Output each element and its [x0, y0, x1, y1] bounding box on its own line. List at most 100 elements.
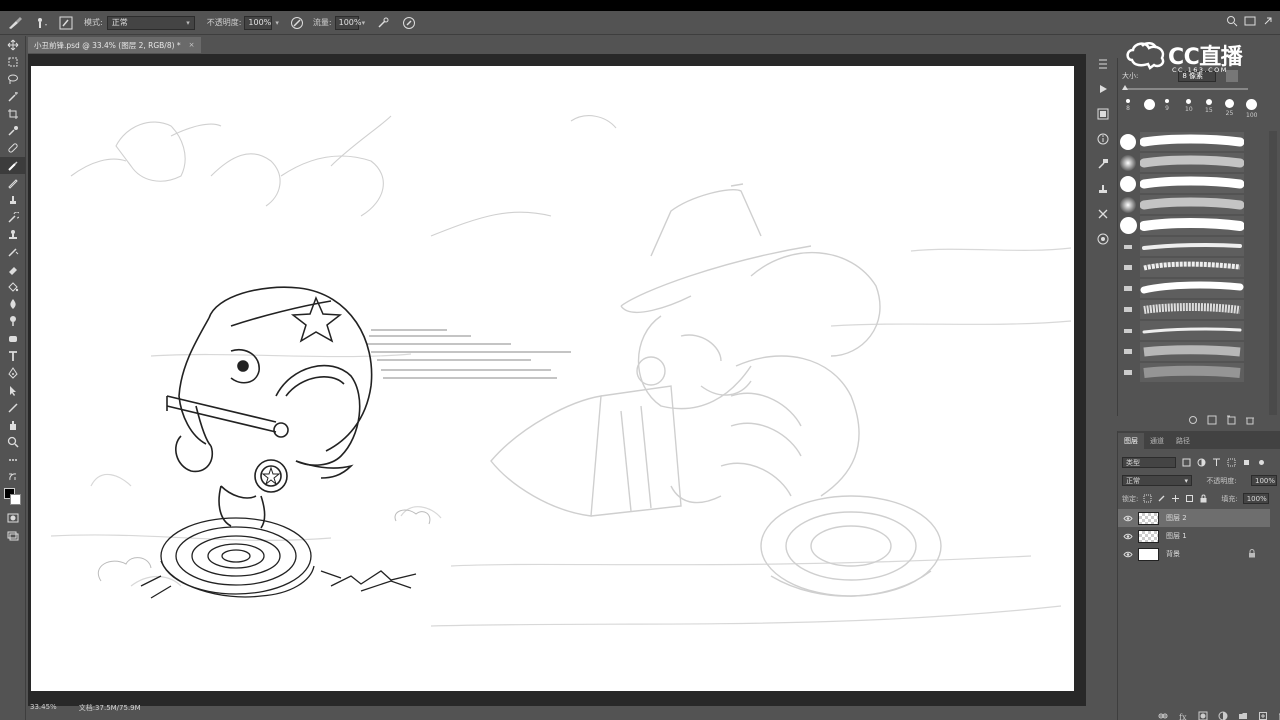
preset-tip[interactable]: 25 — [1225, 99, 1234, 117]
canvas-area[interactable] — [28, 54, 1086, 706]
preset-tip[interactable]: 0 — [1144, 99, 1155, 119]
delete-brush-icon[interactable] — [1245, 415, 1255, 425]
filter-type-icon[interactable] — [1212, 458, 1221, 467]
brush-preset-item[interactable] — [1118, 362, 1268, 383]
layer-row[interactable]: 图层 2 — [1118, 509, 1270, 527]
new-layer-icon[interactable] — [1258, 711, 1268, 720]
path-selection-tool-icon[interactable] — [0, 382, 26, 399]
close-tab-icon[interactable]: × — [189, 41, 195, 49]
filter-toggle-icon[interactable] — [1257, 458, 1266, 467]
screen-mode-icon[interactable] — [0, 527, 26, 544]
layer-row[interactable]: 背景 — [1118, 545, 1270, 563]
clone-source-icon[interactable] — [1092, 178, 1114, 200]
pressure-opacity-icon[interactable] — [289, 15, 305, 31]
visibility-eye-icon[interactable] — [1118, 551, 1138, 558]
preset-tip[interactable]: 100 — [1246, 99, 1257, 119]
search-icon[interactable] — [1226, 15, 1238, 27]
brush-preset-item[interactable] — [1118, 152, 1268, 173]
zoom-tool-icon[interactable] — [0, 434, 26, 451]
brush-preset-item[interactable] — [1118, 173, 1268, 194]
lock-artboard-icon[interactable] — [1185, 494, 1194, 503]
hand-tool-icon[interactable] — [0, 417, 26, 434]
background-color-swatch[interactable] — [10, 493, 21, 505]
opacity-input[interactable]: 100% — [244, 15, 273, 30]
history-panel-icon[interactable] — [1092, 53, 1114, 75]
line-tool-icon[interactable] — [0, 399, 26, 416]
brush-preset-item[interactable] — [1118, 257, 1268, 278]
drawing-canvas[interactable] — [31, 66, 1074, 691]
color-swatches[interactable] — [0, 486, 26, 510]
share-icon[interactable] — [1262, 15, 1274, 27]
lock-image-icon[interactable] — [1157, 494, 1166, 503]
preset-tip[interactable]: 15 — [1205, 99, 1213, 114]
adjustments-panel-icon[interactable] — [1092, 103, 1114, 125]
layer-row[interactable]: 图层 1 — [1118, 527, 1270, 545]
flow-input[interactable]: 100% — [334, 15, 362, 30]
filter-adjustment-icon[interactable] — [1197, 458, 1206, 467]
move-tool-icon[interactable] — [0, 36, 26, 53]
lock-transparent-icon[interactable] — [1143, 494, 1152, 503]
brush-preset-picker-icon[interactable] — [30, 11, 54, 35]
preset-tip[interactable]: 8 — [1126, 99, 1130, 112]
art-history-brush-icon[interactable] — [0, 244, 26, 261]
swap-colors-icon[interactable] — [0, 468, 26, 485]
libraries-icon[interactable] — [1092, 228, 1114, 250]
workspace-icon[interactable] — [1244, 15, 1256, 27]
brush-preset-item[interactable] — [1118, 194, 1268, 215]
pressure-size-icon[interactable] — [401, 15, 417, 31]
pen-tool-icon[interactable] — [0, 365, 26, 382]
pencil-tool-icon[interactable] — [0, 174, 26, 191]
paint-bucket-tool-icon[interactable] — [0, 278, 26, 295]
layer-name[interactable]: 图层 2 — [1166, 513, 1187, 523]
preset-tip[interactable]: 10 — [1185, 99, 1193, 113]
lock-position-icon[interactable] — [1171, 494, 1180, 503]
toggle-brush-panel-icon[interactable] — [1188, 415, 1198, 425]
layer-name[interactable]: 背景 — [1166, 549, 1180, 559]
more-tools-icon[interactable] — [0, 451, 26, 468]
brush-settings-icon[interactable] — [1092, 153, 1114, 175]
tab-channels[interactable]: 通道 — [1144, 433, 1170, 449]
adjustment-layer-icon[interactable] — [1218, 711, 1228, 720]
marquee-tool-icon[interactable] — [0, 53, 26, 70]
brush-list-scrollbar[interactable] — [1269, 131, 1277, 415]
lasso-tool-icon[interactable] — [0, 71, 26, 88]
visibility-eye-icon[interactable] — [1118, 533, 1138, 540]
lock-all-icon[interactable] — [1199, 494, 1208, 503]
blur-tool-icon[interactable] — [0, 295, 26, 312]
brush-preset-item[interactable] — [1118, 278, 1268, 299]
type-tool-icon[interactable] — [0, 347, 26, 364]
brush-tool-preset-icon[interactable] — [0, 11, 30, 35]
clone-stamp-tool-icon[interactable] — [0, 192, 26, 209]
eraser-tool-icon[interactable] — [0, 261, 26, 278]
layer-style-icon[interactable]: fx — [1178, 711, 1188, 720]
zoom-level[interactable]: 33.45% — [30, 703, 57, 713]
create-preset-icon[interactable] — [1207, 415, 1217, 425]
link-layers-icon[interactable] — [1158, 711, 1168, 720]
magic-wand-tool-icon[interactable] — [0, 88, 26, 105]
tab-layers[interactable]: 图层 — [1118, 433, 1144, 449]
brush-preset-item[interactable] — [1118, 299, 1268, 320]
brush-tool-icon[interactable] — [0, 157, 26, 175]
brush-preset-item[interactable] — [1118, 131, 1268, 152]
info-panel-icon[interactable] — [1092, 128, 1114, 150]
brush-panel-toggle-icon[interactable] — [54, 11, 78, 35]
new-brush-icon[interactable] — [1226, 415, 1236, 425]
layer-filter-select[interactable]: 类型 — [1122, 457, 1176, 468]
size-slider-track[interactable] — [1124, 88, 1248, 90]
mode-select[interactable]: 正常 ▾ — [106, 15, 195, 30]
stamp-tool-icon[interactable] — [0, 226, 26, 243]
fill-input[interactable]: 100% — [1242, 493, 1269, 504]
quick-mask-icon[interactable] — [0, 510, 26, 527]
eyedropper-tool-icon[interactable] — [0, 122, 26, 139]
new-group-icon[interactable] — [1238, 711, 1248, 720]
tab-paths[interactable]: 路径 — [1170, 433, 1196, 449]
tool-presets-icon[interactable] — [1092, 203, 1114, 225]
crop-tool-icon[interactable] — [0, 105, 26, 122]
layer-name[interactable]: 图层 1 — [1166, 531, 1187, 541]
filter-pixel-icon[interactable] — [1182, 458, 1191, 467]
actions-play-icon[interactable] — [1092, 78, 1114, 100]
size-slider-handle[interactable] — [1122, 85, 1128, 90]
filter-shape-icon[interactable] — [1227, 458, 1236, 467]
opacity-dropdown-icon[interactable]: ▾ — [275, 19, 279, 27]
add-mask-icon[interactable] — [1198, 711, 1208, 720]
